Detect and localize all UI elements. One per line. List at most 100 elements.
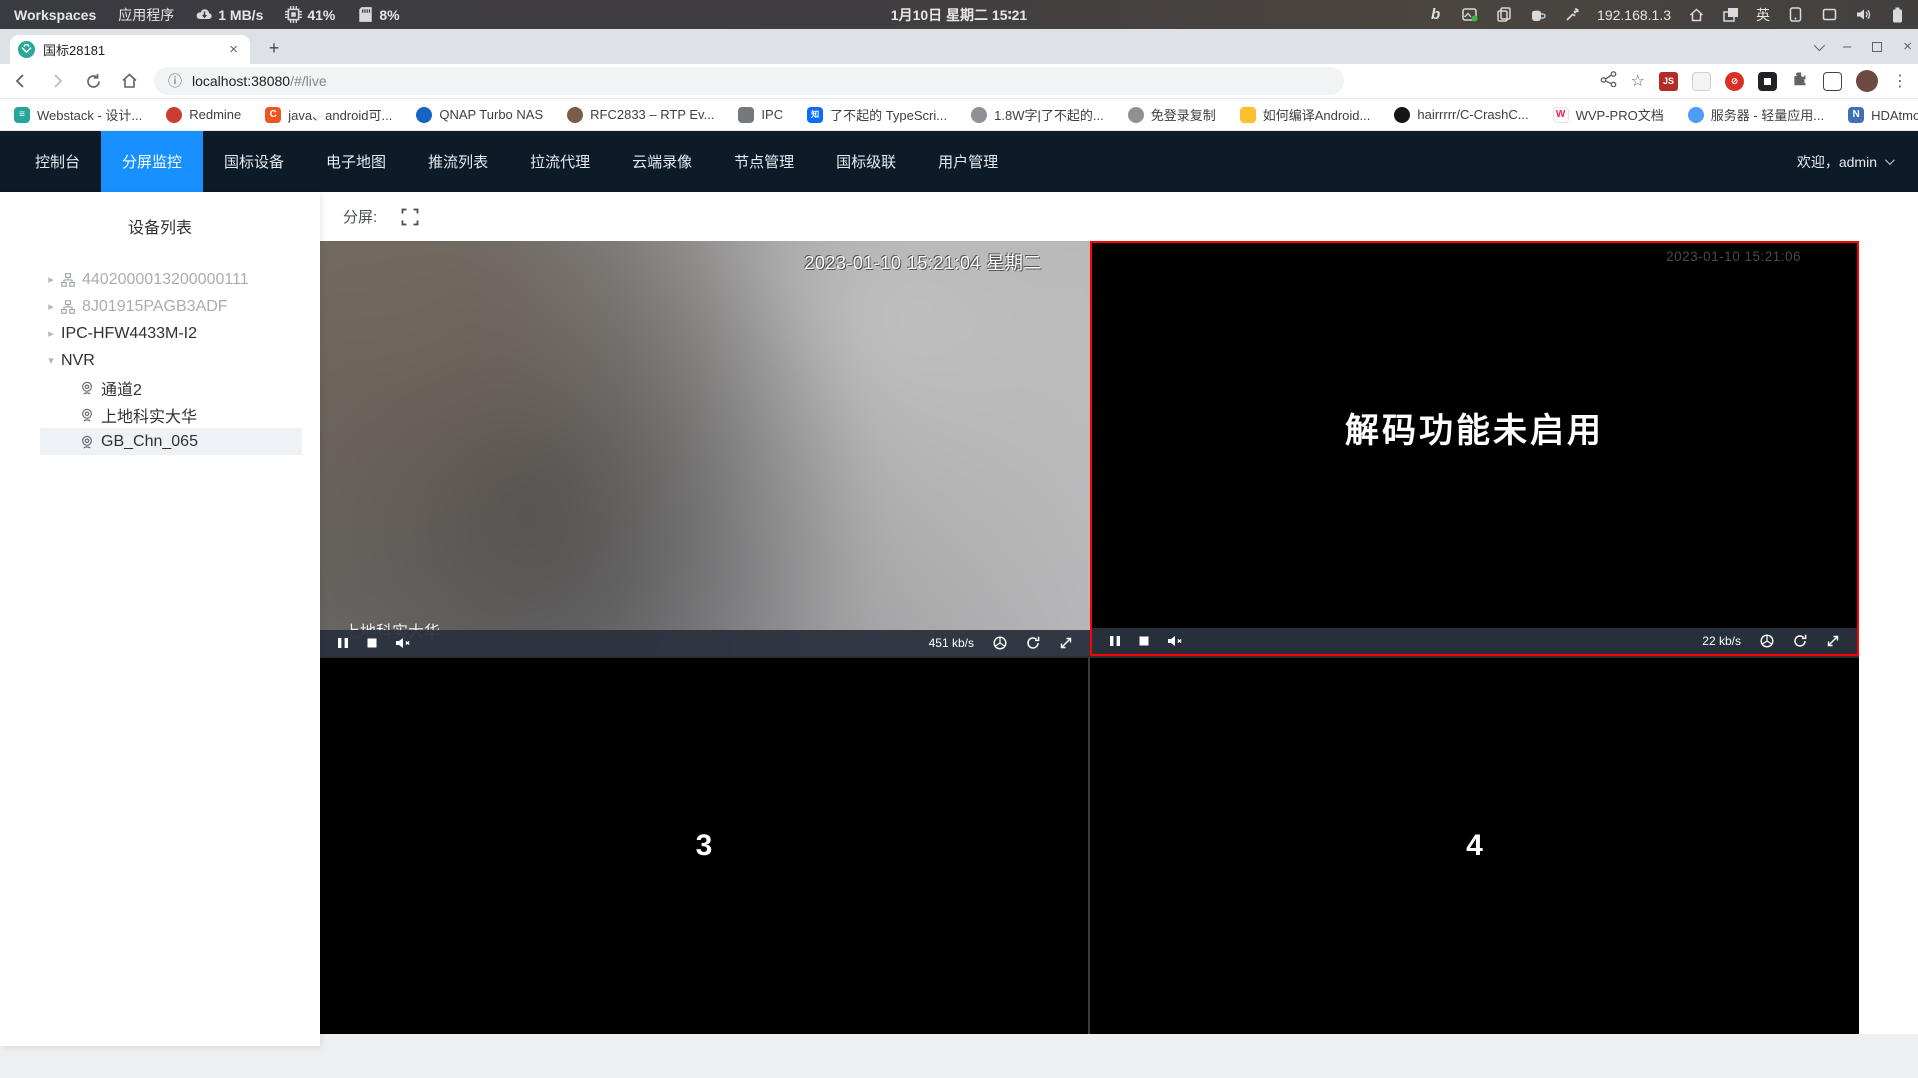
site-info-icon[interactable]: ⓘ bbox=[168, 71, 182, 91]
caret-right-icon[interactable]: ▸ bbox=[44, 273, 58, 286]
bookmark-item[interactable]: 服务器 - 轻量应用... bbox=[1687, 105, 1825, 124]
url-omnibox[interactable]: ⓘ localhost:38080 /#/live bbox=[154, 67, 1344, 95]
screenshot-tray-icon[interactable] bbox=[1461, 6, 1478, 23]
ext-tampermonkey-icon[interactable]: JS bbox=[1659, 71, 1678, 91]
nav-tab-console[interactable]: 控制台 bbox=[14, 131, 101, 192]
mute-icon[interactable] bbox=[395, 637, 412, 649]
bookmark-item[interactable]: Redmine bbox=[166, 106, 241, 123]
tree-node-channel-selected[interactable]: GB_Chn_065 bbox=[40, 428, 302, 455]
pause-icon[interactable] bbox=[1109, 635, 1121, 647]
clipboard-tray-icon[interactable] bbox=[1495, 6, 1512, 23]
input-method-indicator[interactable]: 英 bbox=[1756, 5, 1770, 25]
caret-down-icon[interactable]: ▾ bbox=[44, 354, 58, 367]
applications-menu[interactable]: 应用程序 bbox=[118, 5, 174, 25]
nav-tab-push-list[interactable]: 推流列表 bbox=[407, 131, 509, 192]
video-cell-3-empty[interactable]: 3 bbox=[320, 656, 1090, 1034]
tab-search-icon[interactable] bbox=[1813, 39, 1825, 51]
fullscreen-expand-icon[interactable] bbox=[1826, 634, 1840, 648]
mute-icon[interactable] bbox=[1167, 635, 1184, 647]
browser-home-button[interactable] bbox=[114, 67, 144, 95]
bookmark-folder[interactable]: IPC bbox=[738, 106, 783, 123]
browser-menu-icon[interactable]: ⋮ bbox=[1892, 71, 1908, 91]
coffee-tray-icon[interactable] bbox=[1529, 6, 1546, 23]
ext-screenshot-icon[interactable] bbox=[1758, 71, 1777, 91]
window-tray-icon[interactable] bbox=[1821, 6, 1838, 23]
network-speed-indicator[interactable]: 1 MB/s bbox=[196, 6, 263, 23]
bookmark-item[interactable]: W WVP-PRO文档 bbox=[1552, 105, 1664, 124]
cpu-usage-indicator[interactable]: 41% bbox=[285, 6, 335, 23]
video-cell-2-selected[interactable]: 2023-01-10 15:21:06 解码功能未启用 22 kb/s bbox=[1090, 241, 1859, 656]
bookmark-item[interactable]: 知了不起的 TypeScri... bbox=[807, 105, 947, 124]
fullscreen-expand-icon[interactable] bbox=[1059, 636, 1073, 650]
settings-aperture-icon[interactable] bbox=[993, 636, 1007, 650]
user-menu[interactable]: 欢迎，admin bbox=[1797, 152, 1918, 172]
tree-node-channel[interactable]: 通道2 bbox=[0, 374, 320, 401]
reload-button[interactable] bbox=[78, 67, 108, 95]
refresh-icon[interactable] bbox=[1793, 634, 1807, 648]
nav-tab-cloud-record[interactable]: 云端录像 bbox=[611, 131, 713, 192]
tree-node-device-expanded[interactable]: ▾ NVR bbox=[0, 347, 320, 374]
nav-tab-split-monitor[interactable]: 分屏监控 bbox=[101, 131, 204, 192]
window-restore-button[interactable] bbox=[1872, 41, 1883, 52]
ip-address-indicator[interactable]: 192.168.1.3 bbox=[1597, 7, 1671, 23]
window-close-button[interactable]: × bbox=[1903, 38, 1912, 55]
decode-disabled-message: 解码功能未启用 bbox=[1345, 412, 1604, 450]
bookmark-star-icon[interactable]: ☆ bbox=[1631, 71, 1645, 91]
bookmark-item[interactable]: hairrrrr/C-CrashC... bbox=[1394, 106, 1529, 123]
share-icon[interactable] bbox=[1600, 70, 1617, 92]
profile-avatar[interactable] bbox=[1856, 70, 1878, 92]
bookmark-item[interactable]: 1.8W字|了不起的... bbox=[971, 105, 1104, 124]
split-9-grid-icon[interactable] bbox=[484, 208, 501, 225]
split-1-fullscreen-icon[interactable] bbox=[401, 208, 419, 226]
workspaces-button[interactable]: Workspaces bbox=[14, 7, 96, 23]
forward-button[interactable] bbox=[42, 67, 72, 95]
nav-tab-user-manage[interactable]: 用户管理 bbox=[917, 131, 1019, 192]
bookmark-item[interactable]: 免登录复制 bbox=[1127, 105, 1216, 124]
stop-icon[interactable] bbox=[1138, 635, 1150, 647]
stop-icon[interactable] bbox=[366, 637, 378, 649]
bookmark-item[interactable]: ≡ Webstack - 设计... bbox=[14, 105, 142, 124]
tree-node-label: 8J01915PAGB3ADF bbox=[82, 297, 228, 315]
back-button[interactable] bbox=[6, 67, 36, 95]
nav-tab-pull-proxy[interactable]: 拉流代理 bbox=[509, 131, 611, 192]
tree-node-platform[interactable]: ▸ 8J01915PAGB3ADF bbox=[0, 293, 320, 320]
bookmark-item[interactable]: RFC2833 – RTP Ev... bbox=[567, 106, 714, 123]
bookmark-item[interactable]: N HDAtmos :: 种子 *... bbox=[1848, 105, 1918, 124]
window-minimize-button[interactable]: – bbox=[1843, 38, 1851, 55]
video-cell-4-empty[interactable]: 4 bbox=[1090, 656, 1859, 1034]
bookmark-item[interactable]: 如何编译Android... bbox=[1239, 105, 1370, 124]
tab-close-icon[interactable]: × bbox=[225, 41, 242, 58]
refresh-icon[interactable] bbox=[1026, 636, 1040, 650]
bookmark-item[interactable]: Cjava、android可... bbox=[265, 105, 392, 124]
nav-tab-node-manage[interactable]: 节点管理 bbox=[713, 131, 815, 192]
bookmark-label: 服务器 - 轻量应用... bbox=[1710, 108, 1825, 123]
ext-blocker-icon[interactable]: ⊘ bbox=[1725, 71, 1744, 91]
windows-tray-icon[interactable] bbox=[1722, 6, 1739, 23]
video-cell-1[interactable]: 2023-01-10 15:21:04 星期二 上地科实大华 451 kb/s bbox=[320, 241, 1090, 656]
pause-icon[interactable] bbox=[337, 637, 349, 649]
extensions-puzzle-icon[interactable] bbox=[1791, 70, 1809, 93]
nav-tab-e-map[interactable]: 电子地图 bbox=[305, 131, 407, 192]
ext-frame-icon[interactable] bbox=[1823, 71, 1842, 91]
home-tray-icon[interactable] bbox=[1688, 6, 1705, 23]
caret-right-icon[interactable]: ▸ bbox=[44, 300, 58, 313]
new-tab-button[interactable]: + bbox=[262, 38, 286, 59]
memory-usage-indicator[interactable]: 8% bbox=[357, 6, 400, 23]
settings-aperture-icon[interactable] bbox=[1760, 634, 1774, 648]
bing-tray-icon[interactable]: b bbox=[1427, 6, 1444, 23]
tree-node-platform[interactable]: ▸ 4402000013200000111 bbox=[0, 266, 320, 293]
volume-tray-icon[interactable] bbox=[1855, 6, 1872, 23]
tree-node-device[interactable]: ▸ IPC-HFW4433M-I2 bbox=[0, 320, 320, 347]
bookmark-item[interactable]: QNAP Turbo NAS bbox=[416, 106, 543, 123]
caret-right-icon[interactable]: ▸ bbox=[44, 327, 58, 340]
split-4-grid-icon[interactable] bbox=[443, 208, 460, 225]
browser-tab[interactable]: 国标28181 × bbox=[10, 35, 250, 64]
nav-tab-gb-devices[interactable]: 国标设备 bbox=[203, 131, 305, 192]
battery-tray-icon[interactable] bbox=[1889, 6, 1906, 23]
tree-node-channel[interactable]: 上地科实大华 bbox=[0, 401, 320, 428]
nav-tab-gb-cascade[interactable]: 国标级联 bbox=[815, 131, 917, 192]
live-video-stream bbox=[320, 241, 1090, 656]
phone-tray-icon[interactable] bbox=[1787, 6, 1804, 23]
ext-mask-icon[interactable] bbox=[1692, 71, 1711, 91]
color-picker-tray-icon[interactable] bbox=[1563, 6, 1580, 23]
